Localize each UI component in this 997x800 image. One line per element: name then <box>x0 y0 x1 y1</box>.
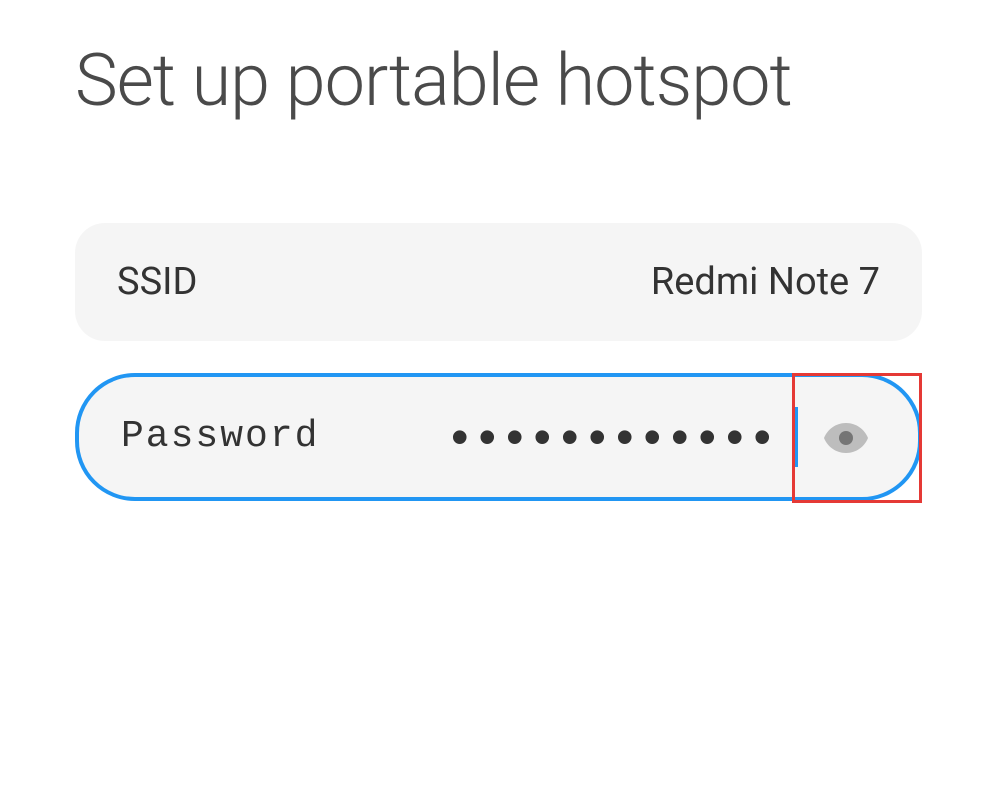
ssid-label: SSID <box>117 260 197 304</box>
text-cursor <box>793 407 798 467</box>
toggle-password-visibility-button[interactable] <box>816 407 876 467</box>
ssid-value: Redmi Note 7 <box>651 260 880 304</box>
password-label: Password <box>121 415 319 458</box>
eye-icon <box>822 413 870 461</box>
password-input[interactable]: •••••••••••• <box>319 408 789 466</box>
page-title: Set up portable hotspot <box>75 40 922 123</box>
password-row[interactable]: Password •••••••••••• <box>75 373 922 501</box>
ssid-row[interactable]: SSID Redmi Note 7 <box>75 223 922 341</box>
